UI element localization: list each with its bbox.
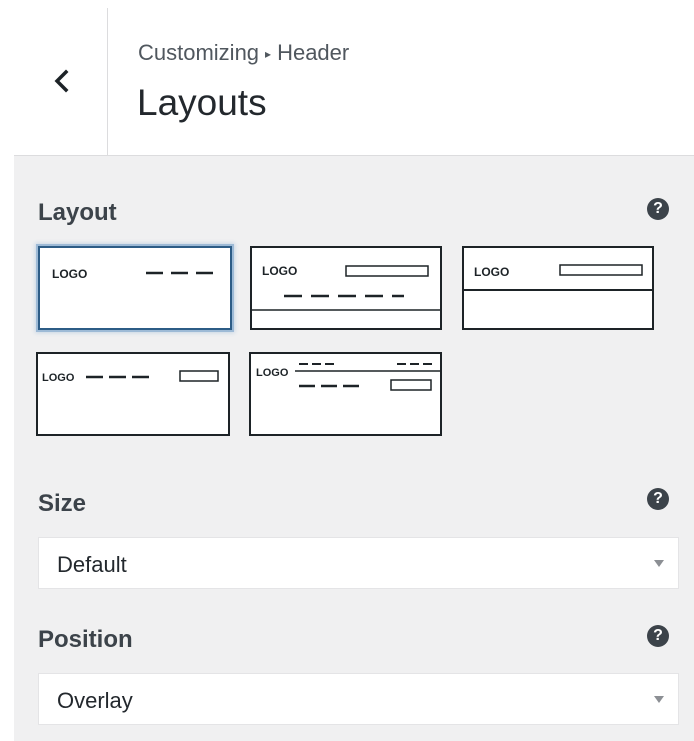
breadcrumb-section: Header	[277, 40, 350, 65]
logo-text: LOGO	[42, 372, 75, 384]
settings-panel: Layout ? LOGO LOGO LOGO LOGO LOGO Size ?…	[14, 155, 694, 741]
breadcrumb-separator: ▸	[265, 47, 272, 61]
dropdown-arrow-icon	[654, 696, 664, 703]
position-help-icon[interactable]: ?	[647, 625, 669, 647]
dropdown-arrow-icon	[654, 560, 664, 567]
layout-option-5[interactable]: LOGO	[249, 352, 442, 436]
position-label: Position	[38, 626, 133, 653]
layout-option-1[interactable]: LOGO	[38, 246, 232, 330]
size-label: Size	[38, 490, 87, 517]
layout-option-2[interactable]: LOGO	[250, 246, 442, 330]
back-button[interactable]	[18, 8, 106, 153]
layout-label: Layout	[38, 199, 117, 226]
logo-text: LOGO	[474, 265, 509, 279]
layout-preview-5: LOGO	[256, 363, 440, 391]
header-divider	[107, 8, 108, 155]
size-help-icon[interactable]: ?	[647, 488, 669, 510]
layout-preview-2: LOGO	[252, 264, 440, 311]
layout-help-icon[interactable]: ?	[647, 198, 669, 220]
position-select-value: Overlay	[57, 688, 133, 713]
breadcrumb: Customizing ▸ Header	[138, 40, 349, 66]
layout-option-4[interactable]: LOGO	[36, 352, 230, 436]
customizer-header: Customizing ▸ Header Layouts	[0, 0, 694, 155]
logo-text: LOGO	[256, 367, 289, 379]
layout-preview-3: LOGO	[464, 264, 652, 291]
page-title: Layouts	[137, 82, 267, 123]
logo-text: LOGO	[52, 267, 87, 281]
size-select[interactable]: Default	[38, 537, 679, 589]
layout-preview-4: LOGO	[42, 370, 219, 384]
position-select[interactable]: Overlay	[38, 673, 679, 725]
breadcrumb-root: Customizing	[138, 40, 260, 65]
layout-option-3[interactable]: LOGO	[462, 246, 654, 330]
layout-preview-1: LOGO	[52, 267, 220, 281]
size-select-value: Default	[57, 552, 127, 577]
chevron-left-icon	[54, 69, 69, 92]
logo-text: LOGO	[262, 264, 297, 278]
